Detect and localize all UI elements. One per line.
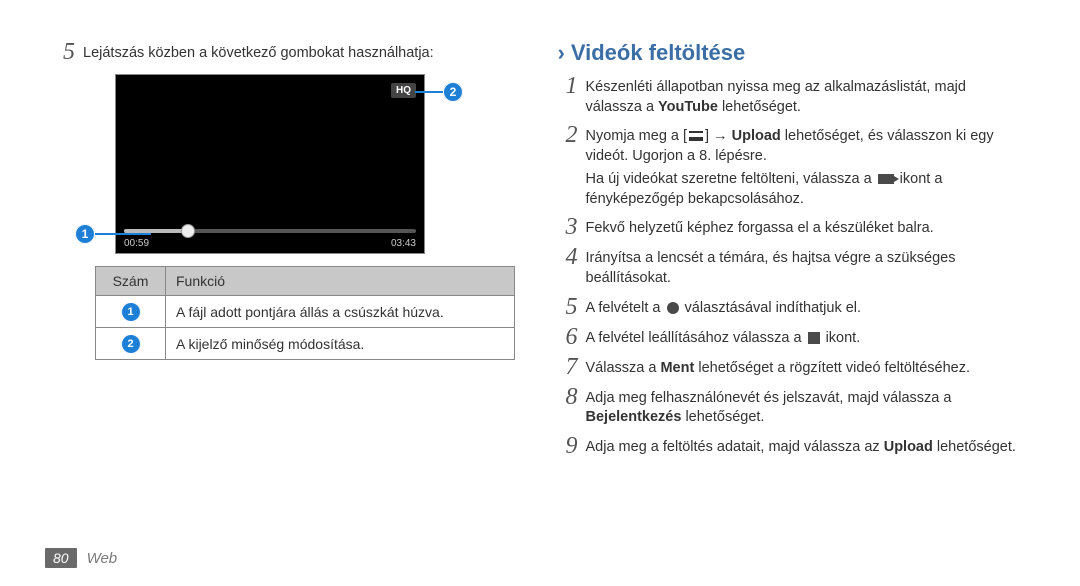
- th-number: Szám: [96, 267, 166, 296]
- bold-text: YouTube: [658, 99, 718, 115]
- step-number: 5: [558, 295, 586, 319]
- text: Adja meg a feltöltés adatait, majd válas…: [586, 439, 884, 455]
- step-number: 5: [55, 40, 83, 64]
- section-title: › Videók feltöltése: [558, 40, 1026, 66]
- step-text: Adja meg a feltöltés adatait, majd válas…: [586, 434, 1016, 458]
- step-number: 7: [558, 355, 586, 379]
- chevron-icon: ›: [558, 40, 565, 66]
- step-text: Lejátszás közben a következő gombokat ha…: [83, 40, 434, 64]
- page-container: 5 Lejátszás közben a következő gombokat …: [0, 0, 1080, 474]
- step-8: 8 Adja meg felhasználónevét és jelszavát…: [558, 385, 1026, 428]
- callout-2: 2: [415, 82, 463, 102]
- step-4: 4 Irányítsa a lencsét a témára, és hajts…: [558, 245, 1026, 288]
- step-number: 9: [558, 434, 586, 458]
- camera-icon: [878, 174, 894, 184]
- text: Ha új videókat szeretne feltölteni, vála…: [586, 171, 876, 187]
- page-footer: 80 Web: [45, 548, 117, 568]
- menu-icon: [689, 131, 703, 141]
- text: ikont.: [822, 330, 861, 346]
- step-text: Nyomja meg a [] → Upload lehetőséget, és…: [586, 123, 1026, 209]
- text: lehetőséget a rögzített videó feltöltésé…: [694, 360, 970, 376]
- td-number: 1: [96, 296, 166, 328]
- hq-badge[interactable]: HQ: [391, 83, 416, 98]
- step-5: 5 A felvételt a választásával indíthatju…: [558, 295, 1026, 319]
- step-number: 8: [558, 385, 586, 409]
- step-text: Adja meg felhasználónevét és jelszavát, …: [586, 385, 1026, 428]
- callout-line: [415, 91, 443, 93]
- step-number: 4: [558, 245, 586, 269]
- record-icon: [667, 302, 679, 314]
- callout-1: 1: [75, 224, 151, 244]
- video-preview-wrap: HQ 00:59 03:43 1 2: [115, 74, 425, 254]
- row-badge: 1: [122, 303, 140, 321]
- text: Válassza a: [586, 360, 661, 376]
- step-number: 6: [558, 325, 586, 349]
- step-1: 1 Készenléti állapotban nyissa meg az al…: [558, 74, 1026, 117]
- seek-thumb[interactable]: [181, 224, 195, 238]
- page-number: 80: [45, 548, 77, 568]
- step-3: 3 Fekvő helyzetű képhez forgassa el a ké…: [558, 215, 1026, 239]
- bold-text: Bejelentkezés: [586, 409, 682, 425]
- stop-icon: [808, 332, 820, 344]
- step-number: 3: [558, 215, 586, 239]
- step-2: 2 Nyomja meg a [] → Upload lehetőséget, …: [558, 123, 1026, 209]
- step-number: 2: [558, 123, 586, 147]
- bold-text: Upload: [732, 128, 781, 144]
- step-7: 7 Válassza a Ment lehetőséget a rögzítet…: [558, 355, 1026, 379]
- callout-circle-1: 1: [75, 224, 95, 244]
- step-text: Fekvő helyzetű képhez forgassa el a kész…: [586, 215, 934, 239]
- text: A felvételt a: [586, 300, 665, 316]
- step-5: 5 Lejátszás közben a következő gombokat …: [55, 40, 523, 64]
- seek-bar[interactable]: [116, 229, 424, 233]
- td-function: A fájl adott pontjára állás a csúszkát h…: [166, 296, 515, 328]
- table-row: 1 A fájl adott pontjára állás a csúszkát…: [96, 296, 515, 328]
- step-text: A felvétel leállításához válassza a ikon…: [586, 325, 861, 349]
- td-function: A kijelző minőség módosítása.: [166, 328, 515, 360]
- bold-text: Upload: [884, 439, 933, 455]
- text: lehetőséget.: [681, 409, 764, 425]
- video-player[interactable]: HQ 00:59 03:43: [115, 74, 425, 254]
- total-time: 03:43: [391, 238, 416, 249]
- section-name: Web: [87, 550, 118, 567]
- step-text: Válassza a Ment lehetőséget a rögzített …: [586, 355, 971, 379]
- th-function: Funkció: [166, 267, 515, 296]
- text: választásával indíthatjuk el.: [681, 300, 862, 316]
- table-row: 2 A kijelző minőség módosítása.: [96, 328, 515, 360]
- function-table: Szám Funkció 1 A fájl adott pontjára áll…: [95, 266, 515, 360]
- text: lehetőséget.: [933, 439, 1016, 455]
- step-6: 6 A felvétel leállításához válassza a ik…: [558, 325, 1026, 349]
- text: ] →: [705, 128, 732, 144]
- step-9: 9 Adja meg a feltöltés adatait, majd vál…: [558, 434, 1026, 458]
- right-column: › Videók feltöltése 1 Készenléti állapot…: [558, 40, 1026, 464]
- seek-track[interactable]: [124, 229, 416, 233]
- callout-line: [95, 233, 151, 235]
- step-text: Irányítsa a lencsét a témára, és hajtsa …: [586, 245, 1026, 288]
- callout-circle-2: 2: [443, 82, 463, 102]
- bold-text: Ment: [660, 360, 694, 376]
- text: A felvétel leállításához válassza a: [586, 330, 806, 346]
- table-header-row: Szám Funkció: [96, 267, 515, 296]
- left-column: 5 Lejátszás közben a következő gombokat …: [55, 40, 523, 464]
- section-title-text: Videók feltöltése: [571, 40, 745, 66]
- step-text: A felvételt a választásával indíthatjuk …: [586, 295, 862, 319]
- text: lehetőséget.: [718, 99, 801, 115]
- row-badge: 2: [122, 335, 140, 353]
- step-text: Készenléti állapotban nyissa meg az alka…: [586, 74, 1026, 117]
- text: Adja meg felhasználónevét és jelszavát, …: [586, 390, 952, 406]
- text: Nyomja meg a [: [586, 128, 688, 144]
- td-number: 2: [96, 328, 166, 360]
- step-number: 1: [558, 74, 586, 98]
